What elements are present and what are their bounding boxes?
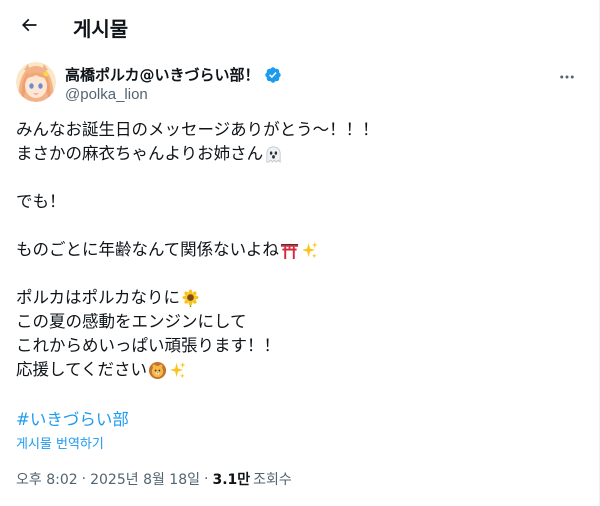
author-handle[interactable]: @polka_lion [65,86,148,103]
arrow-left-icon [21,18,37,32]
back-button[interactable] [12,8,46,42]
sparkles-emoji-icon [169,361,186,378]
avatar-image [16,62,56,102]
tweet-line: この夏の感動をエンジンにして [16,312,247,331]
tweet-line: ポルカはポルカなりに [16,286,584,310]
more-horizontal-icon [560,75,574,79]
name-line: 高橋ポルカ@いきづらい部！ [65,64,282,85]
lion-emoji-icon [148,361,167,379]
tweet-text: みんなお誕生日のメッセージありがとう〜！！！ まさかの麻衣ちゃんよりお姉さん で… [16,118,584,382]
torii-emoji-icon [280,243,298,259]
tweet-line: これからめいっぱい頑張ります！！ [16,336,280,355]
page-title: 게시물 [73,17,129,41]
verified-badge-icon [264,66,281,83]
author-row: 高橋ポルカ@いきづらい部！ @polka_lion [16,62,584,106]
sparkles-emoji-icon [301,241,318,258]
display-name[interactable]: 高橋ポルカ@いきづらい部！ [65,64,260,85]
hashtag-link[interactable]: #いきづらい部 [16,406,129,430]
views-label: 조회수 [253,472,292,488]
views-count: 3.1만 [212,472,251,488]
meta-separator: · [81,471,87,487]
page-header: 게시물 [0,0,599,53]
avatar[interactable] [16,62,56,102]
ghost-emoji-icon [266,146,281,163]
tweet-line: でも！ [16,192,66,211]
tweet-line: 応援してください [16,358,584,382]
post-time[interactable]: 오후 8:02 [16,469,78,489]
tweet-line: ものごとに年齢なんて関係ないよね [16,238,584,262]
tweet-line: みんなお誕生日のメッセージありがとう〜！！！ [16,120,379,139]
sunflower-emoji-icon [182,288,199,307]
translate-post-link[interactable]: 게시물 번역하기 [16,433,104,452]
post-date[interactable]: 2025년 8월 18일 [90,469,200,489]
tweet-line: まさかの麻衣ちゃんよりお姉さん [16,142,584,166]
post-meta: 오후 8:02 · 2025년 8월 18일 · 3.1만 조회수 [16,469,292,489]
more-options-button[interactable] [552,62,582,92]
meta-separator: · [204,471,209,487]
